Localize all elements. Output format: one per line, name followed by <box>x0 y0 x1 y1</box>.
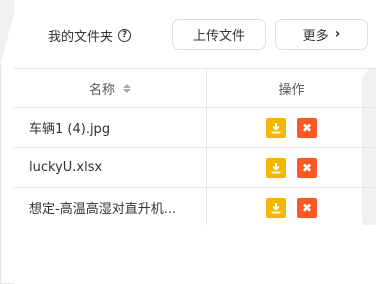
download-icon[interactable] <box>266 117 286 138</box>
column-header-actions: 操作 <box>206 69 376 107</box>
row-actions: ✖ <box>206 188 376 227</box>
close-icon[interactable]: ✖ <box>297 157 317 178</box>
chevron-right-icon: › <box>334 25 341 42</box>
table-empty-area <box>14 225 376 284</box>
close-icon[interactable]: ✖ <box>297 197 317 218</box>
more-button-label: 更多 <box>302 29 329 44</box>
row-actions: ✖ <box>206 148 376 187</box>
download-icon[interactable] <box>266 157 286 178</box>
more-button[interactable]: 更多 › <box>275 19 368 50</box>
upload-button-label: 上传文件 <box>192 29 245 44</box>
close-icon[interactable]: ✖ <box>297 117 317 138</box>
column-header-actions-label: 操作 <box>278 82 305 98</box>
file-name[interactable]: 车辆1 (4).jpg <box>14 118 206 137</box>
table-row: 车辆1 (4).jpg ✖ <box>14 108 376 148</box>
table-row: 想定-高温高湿对直升机... ✖ <box>14 188 376 228</box>
help-icon[interactable]: ? <box>118 29 132 42</box>
row-actions: ✖ <box>206 108 376 147</box>
file-name[interactable]: 想定-高温高湿对直升机... <box>14 198 206 217</box>
table-header-row: 名称 操作 <box>14 69 376 108</box>
folder-header: 我的文件夹 ? 上传文件 更多 › <box>14 0 376 68</box>
file-name[interactable]: luckyU.xlsx <box>14 160 206 175</box>
column-header-name[interactable]: 名称 <box>14 79 206 98</box>
column-header-name-label: 名称 <box>88 82 115 98</box>
folder-title: 我的文件夹 ? <box>48 26 132 45</box>
table-row: luckyU.xlsx ✖ <box>14 148 376 188</box>
file-table: 名称 操作 车辆1 (4).jpg ✖ luckyU.xlsx ✖ 想定-高温高… <box>14 68 376 228</box>
folder-title-text: 我的文件夹 <box>48 30 114 45</box>
sort-icon[interactable] <box>123 83 131 93</box>
upload-button[interactable]: 上传文件 <box>172 19 266 50</box>
download-icon[interactable] <box>266 197 286 218</box>
